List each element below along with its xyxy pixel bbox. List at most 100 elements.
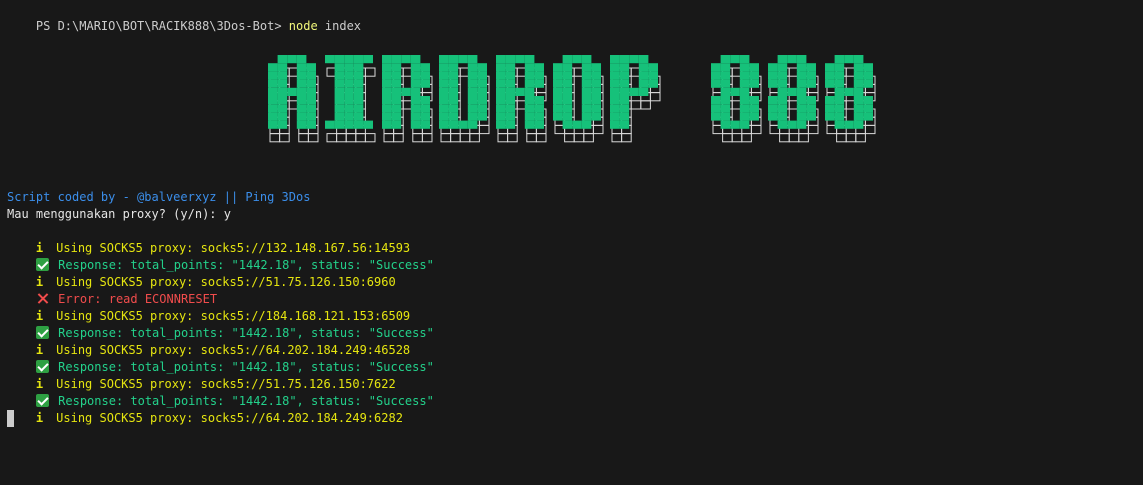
banner-fill-block: [496, 71, 506, 80]
banner-fill-block: [562, 87, 573, 96]
banner-outline-block: [421, 133, 433, 143]
banner-fill-block: [439, 87, 449, 96]
banner-fill-block: [844, 120, 854, 129]
banner-fill-block: [296, 55, 307, 64]
banner-fill-block: [268, 112, 278, 121]
banner-fill-block: [853, 79, 864, 88]
banner-fill-block: [553, 63, 563, 72]
banner-fill-block: [853, 120, 864, 129]
banner-fill-block: [382, 79, 392, 88]
banner-fill-block: [344, 104, 354, 113]
banner-fill-block: [806, 79, 816, 88]
banner-fill-block: [806, 96, 816, 105]
banner-fill-block: [863, 104, 873, 113]
banner-fill-block: [505, 104, 516, 113]
banner-fill-block: [777, 63, 788, 72]
banner-fill-block: [777, 120, 788, 129]
banner-fill-block: [401, 87, 411, 96]
banner-outline-block: [583, 133, 594, 143]
banner-fill-block: [739, 87, 750, 96]
banner-outline-block: [526, 133, 537, 143]
banner-fill-block: [496, 87, 506, 96]
banner-outline-block: [450, 133, 461, 143]
banner-fill-block: [524, 63, 535, 72]
banner-fill-block: [853, 112, 864, 121]
banner-fill-block: [534, 120, 544, 129]
banner-fill-block: [581, 63, 592, 72]
banner-fill-block: [720, 112, 731, 121]
banner-fill-block: [796, 104, 807, 113]
banner-fill-block: [439, 79, 449, 88]
banner-fill-block: [749, 112, 759, 121]
banner-fill-block: [863, 96, 873, 105]
banner-fill-block: [806, 63, 816, 72]
banner-fill-block: [334, 120, 345, 129]
banner-fill-block: [477, 96, 487, 105]
banner-fill-block: [277, 71, 288, 80]
banner-fill-block: [353, 87, 364, 96]
banner-fill-block: [505, 71, 516, 80]
banner-fill-block: [749, 71, 759, 80]
banner-fill-block: [591, 63, 601, 72]
log-line: i Using SOCKS5 proxy: socks5://64.202.18…: [7, 393, 403, 425]
banner-fill-block: [863, 71, 873, 80]
banner-fill-block: [591, 79, 601, 88]
banner-fill-block: [777, 71, 788, 80]
banner-fill-block: [420, 120, 430, 129]
log-line: Response: total_points: "1442.18", statu…: [7, 308, 434, 340]
banner-fill-block: [711, 71, 721, 80]
banner-fill-block: [391, 55, 402, 64]
banner-fill-block: [325, 120, 335, 129]
banner-outline-block: [497, 133, 509, 143]
banner-fill-block: [505, 87, 516, 96]
banner-fill-block: [344, 63, 354, 72]
banner-fill-block: [344, 96, 354, 105]
banner-fill-block: [515, 55, 525, 64]
banner-outline-block: [364, 67, 376, 77]
banner-fill-block: [853, 55, 864, 64]
banner-fill-block: [353, 71, 364, 80]
banner-fill-block: [505, 112, 516, 121]
banner-fill-block: [739, 112, 750, 121]
banner-fill-block: [553, 112, 563, 121]
banner-fill-block: [382, 96, 392, 105]
banner-fill-block: [467, 87, 478, 96]
banner-outline-block: [345, 133, 357, 143]
banner-outline-block: [459, 133, 471, 143]
banner-fill-block: [410, 71, 421, 80]
banner-fill-block: [287, 55, 297, 64]
banner-fill-block: [515, 87, 525, 96]
banner-fill-block: [410, 104, 421, 113]
banner-outline-block: [807, 124, 819, 135]
banner-fill-block: [834, 96, 845, 105]
banner-fill-block: [796, 71, 807, 80]
banner-fill-block: [296, 112, 307, 121]
banner-fill-block: [353, 120, 364, 129]
banner-fill-block: [410, 112, 421, 121]
banner-fill-block: [277, 63, 288, 72]
banner-outline-block: [630, 100, 642, 110]
banner-fill-block: [410, 79, 421, 88]
banner-fill-block: [382, 104, 392, 113]
banner-fill-block: [796, 96, 807, 105]
banner-fill-block: [382, 87, 392, 96]
banner-fill-block: [825, 104, 835, 113]
banner-fill-block: [439, 71, 449, 80]
banner-fill-block: [448, 79, 459, 88]
banner-fill-block: [496, 79, 506, 88]
banner-fill-block: [477, 112, 487, 121]
banner-fill-block: [796, 63, 807, 72]
banner-fill-block: [619, 112, 630, 121]
banner-fill-block: [334, 63, 345, 72]
banner-fill-block: [834, 63, 845, 72]
banner-fill-block: [739, 71, 750, 80]
banner-fill-block: [391, 120, 402, 129]
banner-fill-block: [638, 63, 649, 72]
banner-fill-block: [768, 79, 778, 88]
banner-fill-block: [610, 87, 620, 96]
banner-fill-block: [739, 104, 750, 113]
terminal-panel[interactable]: PS D:\MARIO\BOT\RACIK888\3Dos-Bot> node …: [0, 0, 1143, 485]
banner-fill-block: [277, 79, 288, 88]
banner-fill-block: [720, 63, 731, 72]
banner-fill-block: [777, 104, 788, 113]
